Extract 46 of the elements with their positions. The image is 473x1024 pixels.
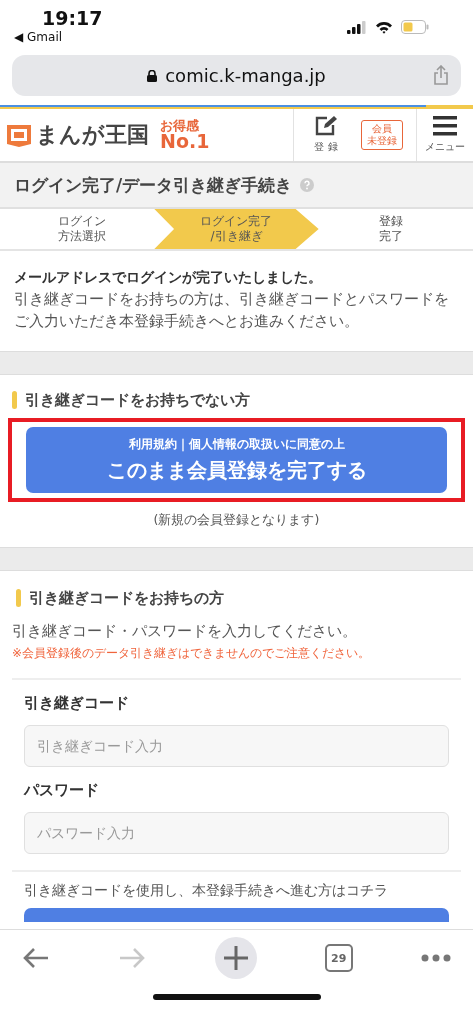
section-heading: 引き継ぎコードをお持ちでない方 (25, 390, 250, 410)
new-tab-icon[interactable] (214, 937, 257, 979)
logo-text: まんが王国 (36, 121, 149, 149)
register-button[interactable]: 登 録 (293, 109, 358, 161)
field-label: 引き継ぎコード (24, 693, 130, 713)
promo-rank: No.1 (160, 132, 210, 151)
badge-text: 会員 (372, 123, 392, 135)
field-label: パスワード (24, 780, 100, 800)
complete-registration-button[interactable]: 利用規約｜個人情報の取扱いに同意の上 このまま会員登録を完了する (26, 426, 447, 493)
heading-marker (16, 589, 21, 608)
input-field[interactable]: パスワード入力 (24, 811, 449, 854)
instruction-text: 引き継ぎコード・パスワードを入力してください。 (12, 621, 358, 641)
step-label: /引き継ぎ (210, 229, 263, 244)
input-field[interactable]: 引き継ぎコード入力 (24, 724, 449, 767)
step-label: ログイン完了 (200, 214, 273, 229)
page-title: ログイン完了/データ引き継ぎ手続き (14, 173, 293, 197)
step-label: 方法選択 (58, 229, 107, 244)
back-icon[interactable] (22, 947, 50, 969)
status-time: 19:17 (41, 7, 103, 29)
back-to-app-link[interactable]: ◀ Gmail (14, 30, 103, 44)
step-label: 登録 (378, 214, 403, 229)
more-icon[interactable] (421, 954, 451, 962)
menu-icon (433, 116, 457, 136)
completion-message: メールアドレスでログインが完了いたしました。 (14, 268, 323, 287)
tab-count-button[interactable]: 29 (324, 944, 353, 972)
section-heading: 引き継ぎコードをお持ちの方 (29, 588, 224, 608)
wifi-icon (375, 20, 393, 34)
heading-marker (12, 391, 17, 410)
battery-icon (401, 20, 429, 34)
warning-text: ※会員登録後のデータ引き継ぎはできませんのでご注意ください。 (12, 644, 372, 662)
promo-tagline: お得感 (160, 119, 200, 132)
registration-note: (新規の会員登録となります) (152, 511, 321, 529)
proceed-text: 引き継ぎコードを使用し、本登録手続きへ進む方はコチラ (23, 881, 389, 900)
url-text: comic.k-manga.jp (165, 65, 326, 86)
menu-button[interactable]: メニュー (416, 109, 473, 161)
edit-icon (315, 116, 337, 136)
address-bar[interactable]: comic.k-manga.jp (12, 55, 461, 96)
step-label: ログイン (58, 214, 107, 229)
signal-icon (347, 20, 367, 34)
step-label: 完了 (378, 229, 403, 244)
instruction-text: 引き継ぎコードをお持ちの方は、引き継ぎコードとパスワードをご入力いただき本登録手続きへとお進みください。 (14, 290, 450, 332)
lock-icon (147, 69, 158, 82)
badge-text: 未登録 (367, 135, 397, 147)
proceed-button[interactable] (24, 907, 449, 922)
logo-icon (5, 122, 33, 148)
share-icon[interactable] (433, 65, 449, 85)
